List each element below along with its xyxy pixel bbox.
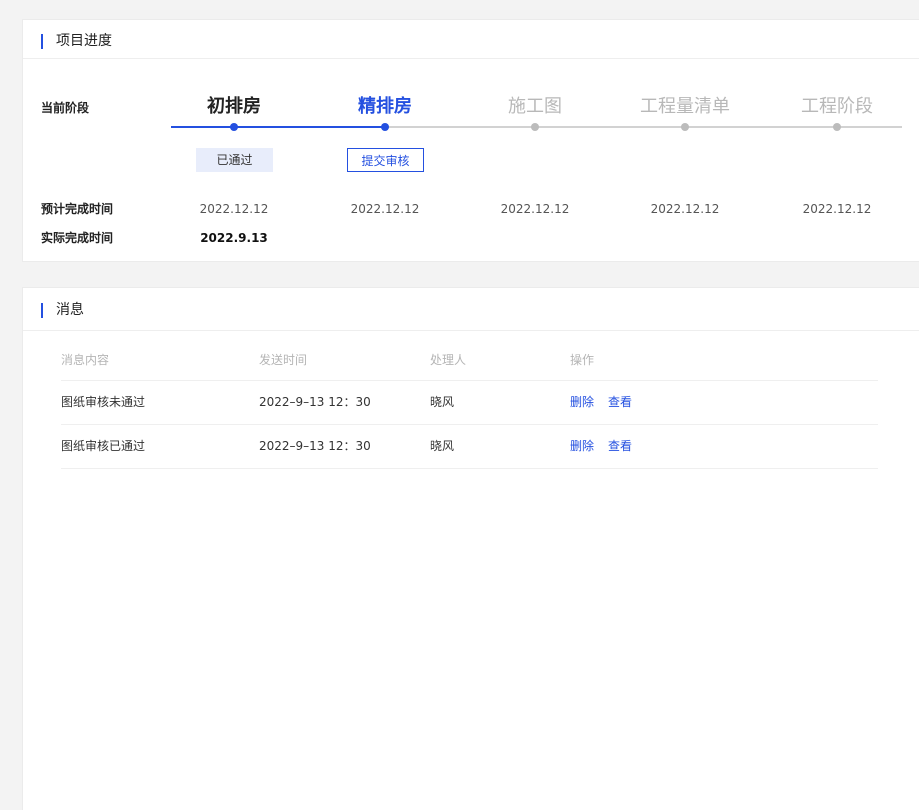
message-content: 图纸审核已通过 xyxy=(61,439,146,453)
planned-date-1: 2022.12.12 xyxy=(199,202,269,216)
delete-link[interactable]: 删除 xyxy=(570,395,594,409)
actual-date-1: 2022.9.13 xyxy=(200,231,268,245)
message-handler: 晓风 xyxy=(430,439,455,453)
planned-date-5: 2022.12.12 xyxy=(802,202,872,216)
column-header-action: 操作 xyxy=(570,353,595,367)
view-link[interactable]: 查看 xyxy=(608,395,632,409)
planned-date-4: 2022.12.12 xyxy=(650,202,720,216)
progress-title: 项目进度 xyxy=(56,33,112,49)
actual-date-label: 实际完成时间 xyxy=(41,231,114,245)
message-actions: 删除 查看 xyxy=(570,425,632,468)
column-header-handler: 处理人 xyxy=(430,353,467,367)
stage-name-3[interactable]: 施工图 xyxy=(460,95,610,119)
status-passed-badge: 已通过 xyxy=(196,148,273,172)
stage-dot-1 xyxy=(230,123,238,131)
message-time: 2022–9–13 12：30 xyxy=(259,395,371,409)
header-accent-bar xyxy=(41,303,43,318)
delete-link[interactable]: 删除 xyxy=(570,439,594,453)
stage-name-1[interactable]: 初排房 xyxy=(159,95,309,119)
project-progress-card: 项目进度 当前阶段 初排房 精排房 施工图 工程量清单 工程阶段 已通过 提交审… xyxy=(22,19,919,262)
messages-card-header: 消息 xyxy=(23,288,919,331)
table-row: 图纸审核未通过 2022–9–13 12：30 晓风 删除 查看 xyxy=(61,381,878,425)
messages-table: 消息内容 发送时间 处理人 操作 图纸审核未通过 2022–9–13 12：30… xyxy=(61,340,878,469)
stage-name-5[interactable]: 工程阶段 xyxy=(762,95,912,119)
view-link[interactable]: 查看 xyxy=(608,439,632,453)
progress-track-remaining xyxy=(385,126,902,128)
planned-date-2: 2022.12.12 xyxy=(350,202,420,216)
messages-card: 消息 消息内容 发送时间 处理人 操作 图纸审核未通过 2022–9–13 12… xyxy=(22,287,919,810)
stage-name-2[interactable]: 精排房 xyxy=(310,95,460,119)
submit-review-button[interactable]: 提交审核 xyxy=(347,148,424,172)
column-header-content: 消息内容 xyxy=(61,353,110,367)
stage-dot-2 xyxy=(381,123,389,131)
message-actions: 删除 查看 xyxy=(570,381,632,424)
planned-date-3: 2022.12.12 xyxy=(500,202,570,216)
header-accent-bar xyxy=(41,34,43,49)
progress-track-completed xyxy=(171,126,385,128)
table-row: 图纸审核已通过 2022–9–13 12：30 晓风 删除 查看 xyxy=(61,425,878,469)
message-handler: 晓风 xyxy=(430,395,455,409)
message-content: 图纸审核未通过 xyxy=(61,395,146,409)
message-time: 2022–9–13 12：30 xyxy=(259,439,371,453)
stage-dot-4 xyxy=(681,123,689,131)
messages-title: 消息 xyxy=(56,302,84,318)
planned-date-label: 预计完成时间 xyxy=(41,202,114,216)
stage-dot-3 xyxy=(531,123,539,131)
column-header-time: 发送时间 xyxy=(259,353,308,367)
stage-dot-5 xyxy=(833,123,841,131)
table-header-row: 消息内容 发送时间 处理人 操作 xyxy=(61,340,878,381)
stage-name-4[interactable]: 工程量清单 xyxy=(610,95,760,119)
progress-card-header: 项目进度 xyxy=(23,20,919,59)
current-stage-label: 当前阶段 xyxy=(41,101,90,115)
